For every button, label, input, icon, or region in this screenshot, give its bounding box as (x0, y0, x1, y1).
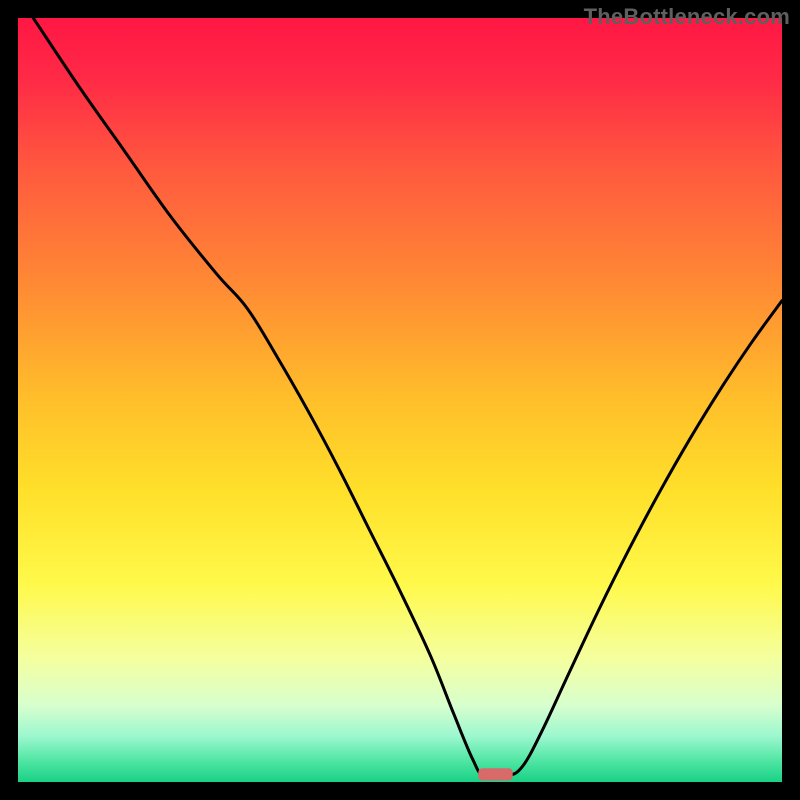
gradient-backdrop (18, 18, 782, 782)
chart-frame: TheBottleneck.com (0, 0, 800, 800)
watermark-text: TheBottleneck.com (584, 4, 790, 30)
chart-svg (18, 18, 782, 782)
optimum-marker (478, 768, 512, 780)
plot-area (18, 18, 782, 782)
